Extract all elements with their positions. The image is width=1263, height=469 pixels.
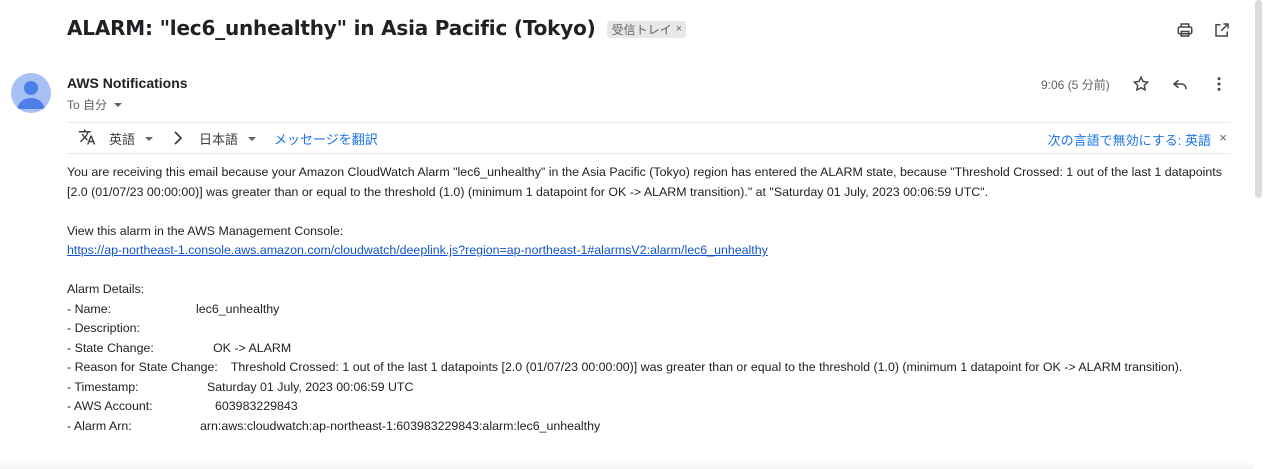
target-language-select[interactable]: 日本語 (199, 129, 257, 148)
detail-value: OK -> ALARM (213, 340, 292, 355)
message-time: 9:06 (5 分前) (1041, 78, 1110, 92)
detail-key: - Description: (67, 321, 140, 335)
view-alarm-label: View this alarm in the AWS Management Co… (67, 223, 344, 238)
detail-value: Threshold Crossed: 1 out of the last 1 d… (230, 360, 1183, 374)
inbox-label-text: 受信トレイ (611, 22, 672, 37)
chevron-down-icon[interactable] (114, 103, 123, 107)
email-body: You are receiving this email because you… (67, 163, 1227, 436)
detail-row-state-change: - State Change: OK -> ALARM (67, 339, 1227, 359)
detail-key: - Reason for State Change: (67, 360, 218, 374)
inbox-label-chip[interactable]: 受信トレイ × (606, 20, 687, 38)
translate-message-link[interactable]: メッセージを翻訳 (274, 129, 378, 148)
alarm-details-heading: Alarm Details: (67, 282, 145, 296)
target-language-label: 日本語 (199, 131, 239, 147)
close-icon[interactable]: × (1219, 130, 1227, 145)
detail-row-name: - Name: lec6_unhealthy (67, 300, 1227, 320)
email-subject: ALARM: "lec6_unhealthy" in Asia Pacific … (67, 16, 596, 40)
chevron-right-icon (173, 131, 183, 145)
scrollbar[interactable] (1253, 0, 1263, 469)
detail-row-timestamp: - Timestamp: Saturday 01 July, 2023 00:0… (67, 378, 1227, 398)
detail-value: Saturday 01 July, 2023 00:06:59 UTC (207, 379, 414, 394)
recipient-line[interactable]: To 自分 (67, 96, 123, 113)
source-language-label: 英語 (109, 131, 136, 147)
remove-label-icon[interactable]: × (676, 23, 682, 35)
detail-key: - Name: (67, 301, 112, 316)
recipient-text: To 自分 (67, 98, 108, 112)
more-vert-icon[interactable] (1209, 74, 1229, 94)
detail-key: - AWS Account: (67, 399, 153, 413)
detail-value: 603983229843 (215, 399, 298, 413)
subject-row: ALARM: "lec6_unhealthy" in Asia Pacific … (67, 16, 687, 40)
detail-key: - State Change: (67, 340, 154, 355)
translate-bar: 英語 日本語 メッセージを翻訳 次の言語で無効にする: 英語 × (67, 122, 1231, 154)
sender-avatar[interactable] (11, 73, 51, 113)
thread-actions (1175, 20, 1232, 40)
print-icon[interactable] (1175, 20, 1195, 40)
star-icon[interactable] (1131, 74, 1151, 94)
chevron-down-icon (145, 136, 154, 141)
disable-translation-link[interactable]: 次の言語で無効にする: 英語 (1048, 130, 1211, 149)
detail-row-reason: - Reason for State Change: Threshold Cros… (67, 358, 1227, 378)
intro-paragraph: You are receiving this email because you… (67, 165, 1222, 199)
open-in-new-icon[interactable] (1212, 20, 1232, 40)
message-actions (1131, 74, 1229, 94)
detail-value: lec6_unhealthy (196, 301, 280, 316)
detail-row-arn: - Alarm Arn: arn:aws:cloudwatch:ap-north… (67, 417, 1227, 437)
translate-icon (77, 128, 97, 149)
detail-row-account: - AWS Account: 603983229843 (67, 397, 1227, 417)
scrollbar-thumb[interactable] (1255, 0, 1262, 198)
chevron-down-icon (248, 136, 257, 141)
detail-key: - Timestamp: (67, 379, 139, 394)
detail-reason-text: - Reason for State Change: Threshold Cros… (67, 358, 1182, 378)
detail-value: arn:aws:cloudwatch:ap-northeast-1:603983… (200, 418, 601, 433)
sender-name[interactable]: AWS Notifications (67, 75, 188, 91)
reply-icon[interactable] (1170, 74, 1190, 94)
detail-row-description: - Description: (67, 319, 1227, 339)
console-link[interactable]: https://ap-northeast-1.console.aws.amazo… (67, 243, 768, 257)
bottom-shadow (0, 461, 1253, 469)
detail-key: - Alarm Arn: (67, 418, 132, 433)
source-language-select[interactable]: 英語 (109, 129, 154, 148)
